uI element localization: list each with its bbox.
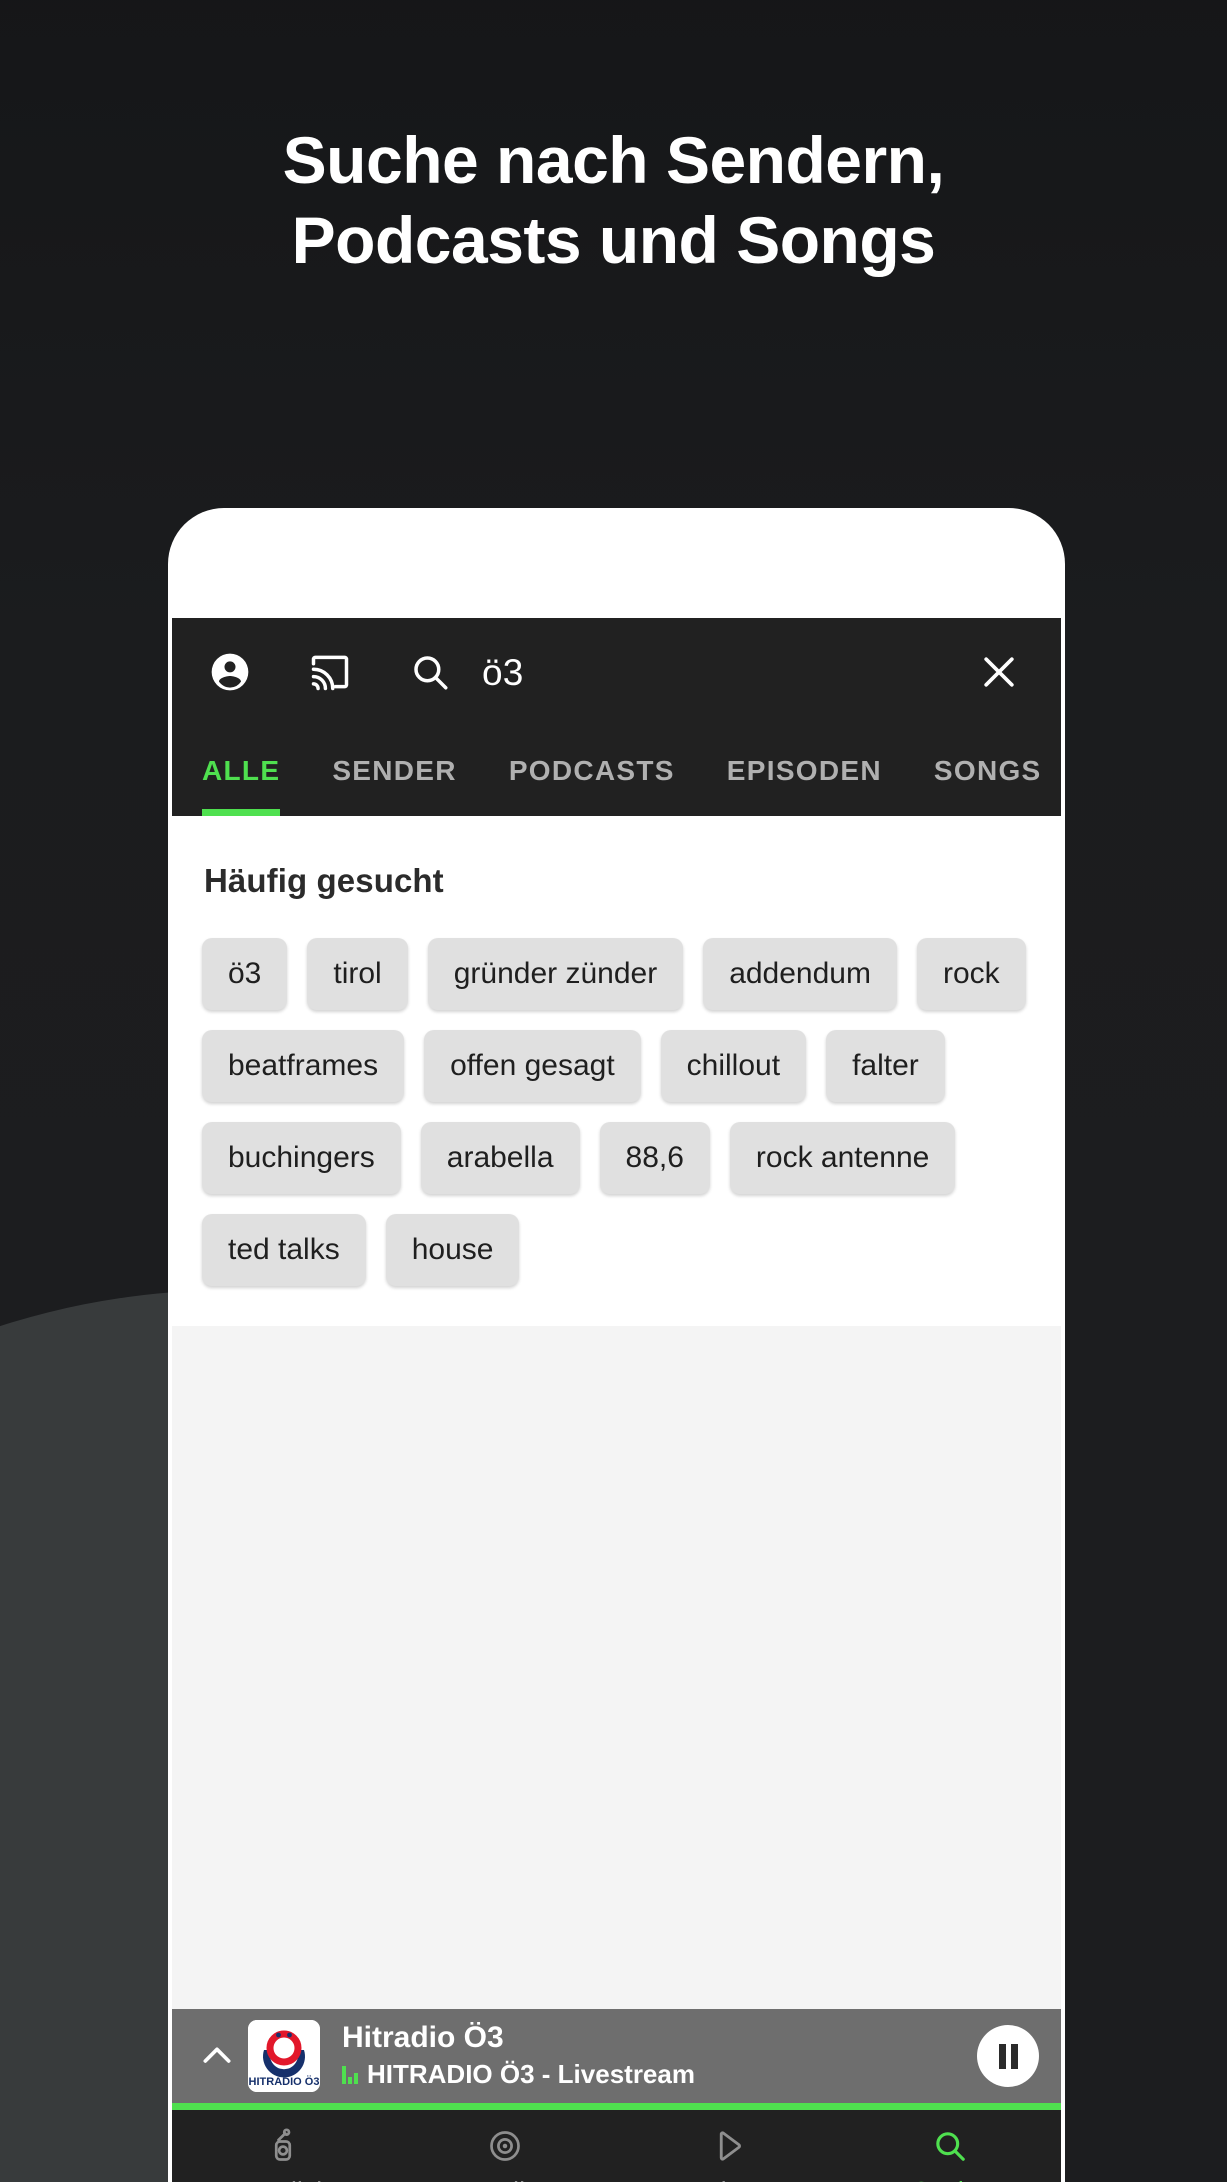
now-playing-subtitle-row: HITRADIO Ö3 - Livestream — [342, 2059, 961, 2090]
chip-tirol[interactable]: tirol — [307, 938, 408, 1010]
app-bar: ö3 — [172, 618, 1061, 726]
chip-88-6[interactable]: 88,6 — [599, 1122, 710, 1194]
chip-house[interactable]: house — [385, 1214, 520, 1286]
phone-mockup: ö3 ALLE SENDER PODCASTS EPISODEN SONGS H… — [168, 508, 1065, 2182]
mini-player[interactable]: HITRADIO Ö3 Hitradio Ö3 HITRADIO Ö3 - Li… — [172, 2009, 1061, 2103]
chip-falter[interactable]: falter — [826, 1030, 945, 1102]
chip-buchingers[interactable]: buchingers — [202, 1122, 401, 1194]
station-logo: HITRADIO Ö3 — [248, 2020, 320, 2092]
chip-rock-antenne[interactable]: rock antenne — [729, 1122, 956, 1194]
chip-chillout[interactable]: chillout — [660, 1030, 807, 1102]
now-playing-text: Hitradio Ö3 HITRADIO Ö3 - Livestream — [342, 2022, 961, 2090]
chip-offen-gesagt[interactable]: offen gesagt — [424, 1030, 641, 1102]
nav-item-suche[interactable]: Suche — [839, 2126, 1061, 2182]
chip-oe3[interactable]: ö3 — [202, 938, 288, 1010]
chip-addendum[interactable]: addendum — [703, 938, 897, 1010]
target-icon — [487, 2126, 523, 2166]
nav-label-radio: Radio — [471, 2176, 540, 2182]
search-content: Häufig gesucht ö3 tirol gründer zünder a… — [172, 816, 1061, 2009]
headline-line-1: Suche nach Sendern, — [282, 123, 945, 197]
chip-gruender-zuender[interactable]: gründer zünder — [427, 938, 684, 1010]
search-icon[interactable] — [402, 644, 458, 700]
empty-results-area — [172, 1326, 1061, 2009]
chip-ted-talks[interactable]: ted talks — [202, 1214, 366, 1286]
headline-line-2: Podcasts und Songs — [291, 203, 936, 277]
tab-episoden[interactable]: EPISODEN — [701, 726, 908, 816]
tab-songs[interactable]: SONGS — [908, 726, 1061, 816]
tab-podcasts[interactable]: PODCASTS — [483, 726, 701, 816]
search-tab-bar[interactable]: ALLE SENDER PODCASTS EPISODEN SONGS — [172, 726, 1061, 816]
frequent-search-chip-list: ö3 tirol gründer zünder addendum rock be… — [172, 900, 1061, 1326]
nav-item-podcast[interactable]: Podcast — [617, 2126, 839, 2182]
tab-alle[interactable]: ALLE — [202, 726, 306, 816]
nav-item-radio[interactable]: Radio — [394, 2126, 616, 2182]
cast-icon[interactable] — [302, 644, 358, 700]
now-playing-subtitle: HITRADIO Ö3 - Livestream — [367, 2058, 695, 2089]
tab-sender[interactable]: SENDER — [306, 726, 483, 816]
chip-arabella[interactable]: arabella — [420, 1122, 580, 1194]
nav-label-suche: Suche — [913, 2176, 988, 2182]
close-icon[interactable] — [971, 644, 1027, 700]
logo-wordmark: HITRADIO Ö3 — [249, 2075, 320, 2088]
radio-speaker-icon — [265, 2126, 301, 2166]
app-screen: ö3 ALLE SENDER PODCASTS EPISODEN SONGS H… — [172, 618, 1061, 2182]
pause-icon[interactable] — [977, 2025, 1039, 2087]
chip-beatframes[interactable]: beatframes — [202, 1030, 405, 1102]
nav-item-fuer-dich[interactable]: Für dich — [172, 2126, 394, 2182]
search-icon — [932, 2126, 968, 2166]
play-outline-icon — [710, 2126, 746, 2166]
chip-rock[interactable]: rock — [916, 938, 1026, 1010]
pause-bar-right — [1010, 2043, 1018, 2069]
pause-bar-left — [998, 2043, 1006, 2069]
section-title-haeufig-gesucht: Häufig gesucht — [204, 862, 444, 899]
nav-label-fuer-dich: Für dich — [235, 2176, 331, 2182]
search-input[interactable]: ö3 — [482, 654, 971, 691]
chevron-up-icon[interactable] — [186, 2036, 248, 2076]
promo-headline: Suche nach Sendern, Podcasts und Songs — [0, 120, 1227, 280]
live-bars-icon — [342, 2064, 358, 2085]
nav-label-podcast: Podcast — [680, 2176, 775, 2182]
now-playing-title: Hitradio Ö3 — [342, 2022, 504, 2054]
account-circle-icon[interactable] — [202, 644, 258, 700]
playback-progress-bar[interactable] — [172, 2103, 1061, 2110]
bottom-navigation[interactable]: Für dich Radio Podcast — [172, 2110, 1061, 2182]
